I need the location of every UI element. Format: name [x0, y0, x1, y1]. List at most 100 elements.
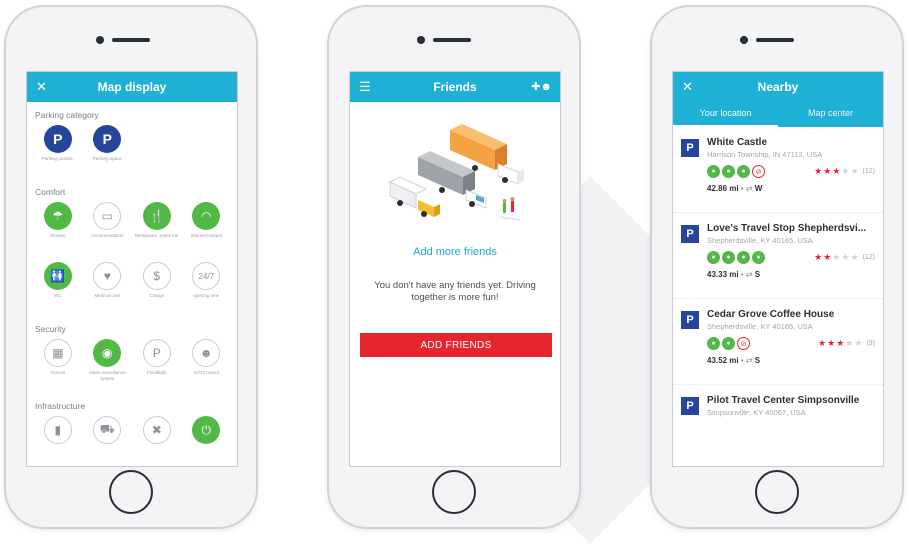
place-item[interactable]: P Pilot Travel Center Simpsonville Simpson… [673, 385, 883, 466]
place-item[interactable]: P Love's Travel Stop Shepherdsvi... Shephe… [673, 213, 883, 299]
camera [740, 36, 748, 44]
filter-label: Medical care [94, 293, 120, 298]
section-title: Security [35, 324, 66, 334]
filter-label: Floodlight [146, 370, 167, 375]
medical-icon: ♥ [93, 262, 122, 290]
nearby-list: P White Castle Harrison Township, IN 47112… [673, 127, 883, 466]
place-name: Cedar Grove Coffee House [707, 309, 835, 320]
camera [96, 36, 104, 44]
filter-label: Restaurant, snack bar [134, 233, 179, 238]
speaker [433, 38, 471, 42]
speaker [756, 38, 794, 42]
place-item[interactable]: P White Castle Harrison Township, IN 47112… [673, 127, 883, 213]
tab-your-location[interactable]: Your location [673, 102, 778, 127]
filter-item[interactable]: ☂ Shower [35, 202, 81, 260]
filter-label: Shower [50, 233, 66, 238]
place-name: White Castle [707, 137, 768, 148]
place-address: Simpsonville, KY 40067, USA [707, 408, 806, 417]
place-item[interactable]: P Cedar Grove Coffee House Shepherdsville,… [673, 299, 883, 385]
place-address: Shepherdsville, KY 40165, USA [707, 236, 813, 245]
filter-item[interactable]: P Floodlight [134, 339, 180, 397]
star-icon: ★ [814, 252, 824, 262]
location-tabs: Your location Map center [673, 102, 883, 127]
repair-icon: ✖ [142, 416, 171, 444]
filter-item[interactable]: ◉ Video surveillance system [85, 339, 131, 397]
wc-icon: 🚻 [43, 262, 72, 290]
screen: ☰ Friends ✚☻ Add more friends You don't … [349, 71, 561, 467]
parking-icon: P [681, 311, 699, 329]
shower-icon: ☂ [43, 202, 72, 230]
filter-item[interactable]: ♥ Medical care [85, 262, 131, 320]
direction-value: S [754, 356, 761, 365]
filter-item[interactable]: ◠ Internet hotspot [184, 202, 230, 260]
filter-item[interactable]: ▮ [35, 416, 81, 452]
rating-stars: ★★★★★ [814, 252, 859, 263]
filter-item[interactable]: 🚻 WC [35, 262, 81, 320]
restaurant-icon: 🍴 [142, 202, 171, 230]
filter-label: WC [54, 293, 62, 298]
top-bar: ✕ Nearby [673, 72, 883, 102]
filter-item[interactable]: ✖ [134, 416, 180, 452]
filter-label: Charge [149, 293, 165, 298]
place-name: Love's Travel Stop Shepherdsvi... [707, 223, 867, 234]
filter-item[interactable]: 24/7 opening time [184, 262, 230, 320]
add-friends-button[interactable]: ADD FRIENDS [360, 333, 552, 357]
filter-label: Accommodation [91, 233, 124, 238]
amenities: ● ● ⊘ [707, 337, 750, 350]
no-friends-message: You don't have any friends yet. Driving … [374, 280, 536, 303]
direction-icon: • ⇄ [738, 270, 755, 279]
star-icon: ★ [818, 338, 828, 348]
fence-icon: ▦ [43, 339, 72, 367]
amenity-icon: ● [737, 165, 750, 178]
filter-item[interactable]: ▭ Accommodation [85, 202, 131, 260]
place-info: White Castle Harrison Township, IN 47112,… [707, 137, 875, 212]
home-button[interactable] [755, 470, 799, 514]
guard-icon: ☻ [192, 339, 221, 367]
review-count: (9) [866, 340, 875, 347]
filter-item[interactable]: P Parking Space [85, 125, 131, 183]
star-icon: ★ [854, 338, 864, 348]
add-friend-icon[interactable]: ✚☻ [531, 80, 552, 93]
unavailable-amenity-icon: ⊘ [752, 165, 765, 178]
trucks-illustration [350, 102, 560, 242]
filter-item[interactable]: 🍴 Restaurant, snack bar [134, 202, 180, 260]
home-button[interactable] [109, 470, 153, 514]
filter-item[interactable]: ☻ 24/24 Guard [184, 339, 230, 397]
amenities: ● ● ● ● [707, 251, 765, 264]
parking-icon: P [681, 139, 699, 157]
rating-stars: ★★★★★ [818, 338, 863, 349]
parking-icon: P [43, 125, 72, 153]
filter-item[interactable]: $ Charge [134, 262, 180, 320]
add-more-friends-link[interactable]: Add more friends [350, 246, 560, 258]
screen: ✕ Nearby Your location Map center P White … [672, 71, 884, 467]
amenity-icon: ● [722, 165, 735, 178]
star-icon: ★ [814, 166, 824, 176]
star-icon: ★ [823, 252, 833, 262]
filter-label: Video surveillance system [89, 370, 126, 381]
close-icon[interactable]: ✕ [682, 79, 693, 95]
close-icon[interactable]: ✕ [36, 79, 47, 95]
amenity-icon: ● [707, 251, 720, 264]
filter-item[interactable]: ⏻ [184, 416, 230, 452]
amenity-icon: ● [752, 251, 765, 264]
section-title: Parking category [35, 110, 99, 120]
filter-item[interactable]: ⛟ [85, 416, 131, 452]
section-grid: ▮ ⛟ ✖ ⏻ [35, 416, 229, 452]
filter-label: Parking position [41, 156, 74, 161]
filter-item[interactable]: ▦ Fences [35, 339, 81, 397]
top-bar: ✕ Map display [27, 72, 237, 102]
direction-value: W [754, 184, 763, 193]
filter-item[interactable]: P Parking position [35, 125, 81, 183]
distance-value: 43.52 mi [707, 356, 739, 365]
phone-friends: ☰ Friends ✚☻ Add more friends You don't … [327, 5, 581, 529]
screen: ✕ Map display Parking category P Parking p… [26, 71, 238, 467]
place-address: Harrison Township, IN 47112, USA [707, 150, 823, 159]
floodlight-icon: P [142, 339, 171, 367]
parking-icon: P [681, 225, 699, 243]
home-button[interactable] [432, 470, 476, 514]
direction-value: S [754, 270, 761, 279]
place-info: Pilot Travel Center Simpsonville Simpsonv… [707, 395, 875, 466]
tab-map-center[interactable]: Map center [778, 102, 883, 127]
review-count: (12) [862, 254, 875, 261]
menu-icon[interactable]: ☰ [359, 79, 371, 95]
